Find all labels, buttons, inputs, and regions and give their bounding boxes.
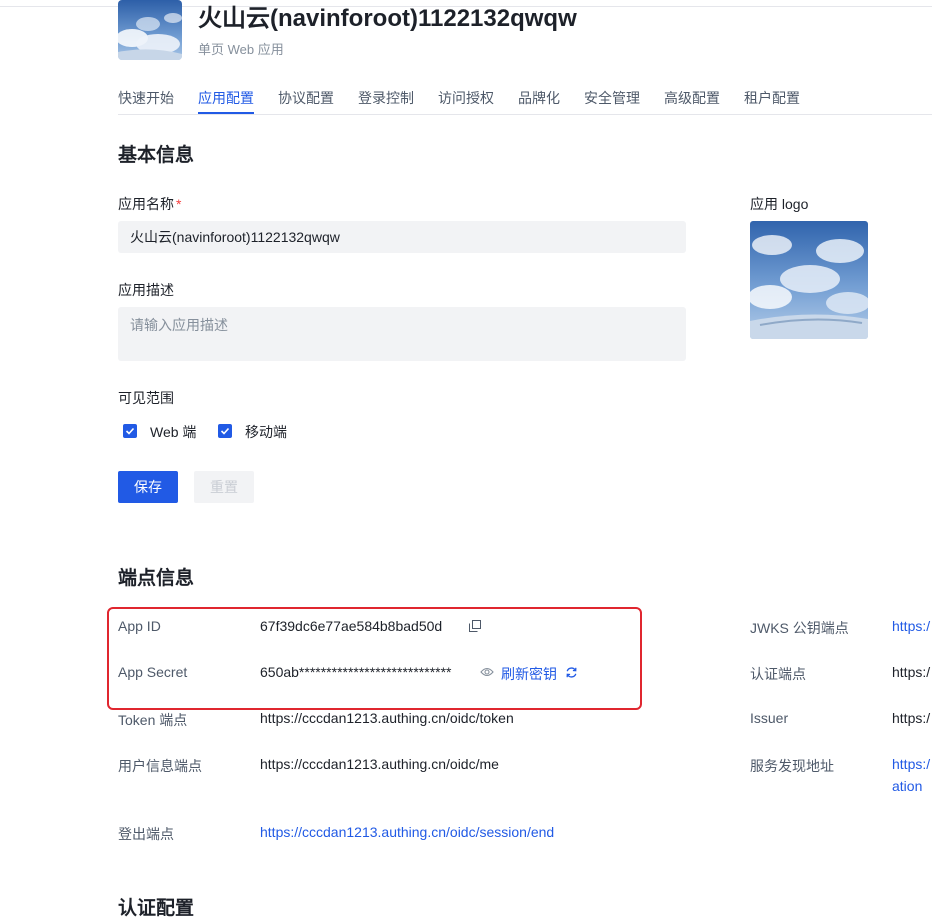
app-desc-textarea[interactable] [118,307,686,361]
token-endpoint-label: Token 端点 [118,712,188,728]
tab-login-control[interactable]: 登录控制 [358,88,414,108]
reset-button[interactable]: 重置 [194,471,254,503]
endpoint-info-title: 端点信息 [118,568,195,589]
check-icon [125,427,135,435]
app-thumbnail [118,0,182,60]
token-endpoint-value: https://cccdan1213.authing.cn/oidc/token [260,710,514,726]
app-logo-label: 应用 logo [750,196,809,212]
mobile-checkbox-label: 移动端 [245,424,287,440]
tab-protocol-config[interactable]: 协议配置 [278,88,334,108]
logout-endpoint-label: 登出端点 [118,826,174,842]
web-checkbox[interactable] [123,424,137,438]
discovery-link-line2[interactable]: ation [892,778,922,794]
issuer-label: Issuer [750,710,789,726]
issuer-value: https:/ [892,710,931,726]
mobile-checkbox[interactable] [218,424,232,438]
visibility-label: 可见范围 [118,390,174,406]
check-icon [220,427,230,435]
tab-quick-start[interactable]: 快速开始 [118,88,174,108]
basic-info-title: 基本信息 [118,145,195,166]
app-type: 单页 Web 应用 [198,42,284,57]
app-title: 火山云(navinforoot)1122132qwqw [198,5,577,32]
highlight-box [107,607,642,710]
save-button[interactable]: 保存 [118,471,178,503]
app-name-label: 应用名称 * [118,196,182,212]
tab-security[interactable]: 安全管理 [584,88,640,108]
active-tab-indicator [198,112,254,114]
required-mark: * [176,196,182,212]
tab-tenant[interactable]: 租户配置 [744,88,800,108]
tab-bar: 快速开始 应用配置 协议配置 登录控制 访问授权 品牌化 安全管理 高级配置 租… [118,88,932,115]
logout-endpoint-link[interactable]: https://cccdan1213.authing.cn/oidc/sessi… [260,824,554,840]
tab-access-auth[interactable]: 访问授权 [438,88,494,108]
auth-config-title: 认证配置 [118,898,195,919]
web-checkbox-label: Web 端 [150,424,197,440]
app-desc-label: 应用描述 [118,282,174,298]
tab-branding[interactable]: 品牌化 [518,88,560,108]
tab-app-config[interactable]: 应用配置 [198,88,254,108]
jwks-endpoint-link[interactable]: https:/ [892,618,930,634]
auth-endpoint-value: https:/ [892,664,931,680]
auth-endpoint-label: 认证端点 [750,666,806,682]
userinfo-endpoint-label: 用户信息端点 [118,758,202,774]
discovery-label: 服务发现地址 [750,758,834,774]
userinfo-endpoint-value: https://cccdan1213.authing.cn/oidc/me [260,756,499,772]
jwks-endpoint-label: JWKS 公钥端点 [750,620,849,636]
app-logo-upload[interactable] [750,221,868,339]
tab-advanced[interactable]: 高级配置 [664,88,720,108]
discovery-link-line1[interactable]: https:/ [892,756,930,772]
app-name-input[interactable] [118,221,686,253]
